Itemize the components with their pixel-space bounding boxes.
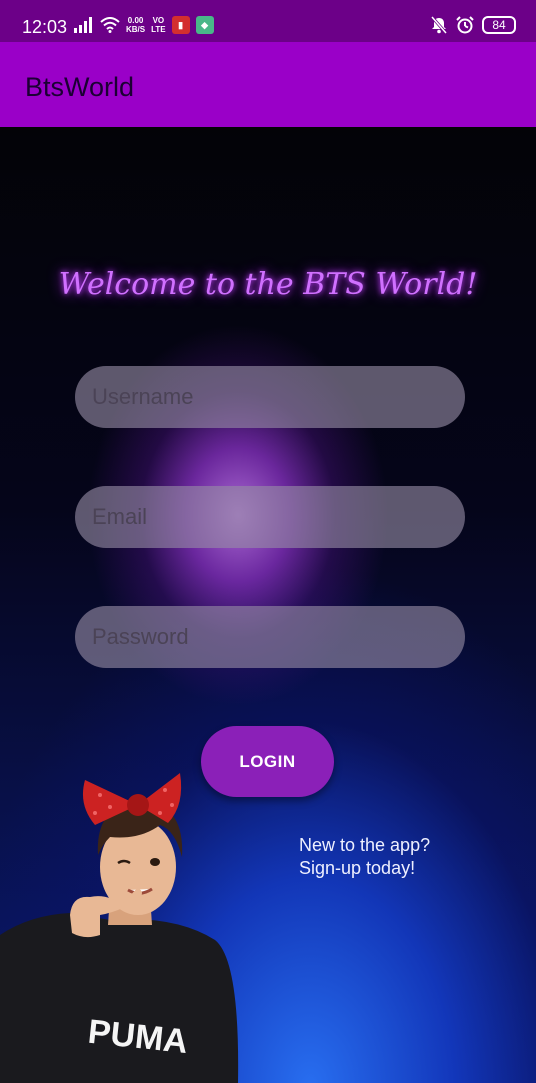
email-input[interactable] (90, 503, 450, 531)
alarm-icon (456, 16, 474, 34)
signup-line-2: Sign-up today! (299, 858, 416, 878)
status-time: 12:03 (22, 17, 68, 37)
volte-top: VO (152, 16, 165, 25)
app-notification-icon: ▮ (171, 16, 190, 34)
app-notification-icon-2: ◆ (195, 16, 214, 34)
volte-indicator: VO LTE (151, 16, 166, 34)
wifi-icon (100, 17, 120, 33)
email-field[interactable] (75, 486, 465, 548)
mute-icon (430, 16, 448, 34)
app-title: BtsWorld (25, 72, 135, 102)
net-speed: 0.00 KB/S (126, 16, 145, 34)
signal-icon (74, 17, 92, 33)
net-speed-value: 0.00 (127, 16, 144, 25)
status-bar: 12:03 0.00 KB/S VO LTE ▮ ◆ 84 (0, 0, 536, 42)
username-input[interactable] (90, 383, 450, 411)
password-input[interactable] (90, 623, 450, 651)
signup-line-1: New to the app? (299, 835, 431, 855)
battery-icon: 84 (482, 16, 516, 34)
status-icons-left: 0.00 KB/S VO LTE ▮ ◆ (74, 16, 214, 34)
username-field[interactable] (75, 366, 465, 428)
net-speed-unit: KB/S (126, 25, 146, 34)
login-screen: Welcome to the BTS World! LOGIN New to t… (0, 127, 536, 1083)
status-icons-right: 84 (430, 16, 516, 34)
password-field[interactable] (75, 606, 465, 668)
signup-link[interactable]: New to the app? Sign-up today! (299, 834, 430, 880)
person-illustration: PUMA (0, 773, 239, 1083)
app-bar: BtsWorld (0, 42, 536, 127)
welcome-heading: Welcome to the BTS World! (58, 267, 478, 302)
volte-bottom: LTE (151, 25, 166, 34)
